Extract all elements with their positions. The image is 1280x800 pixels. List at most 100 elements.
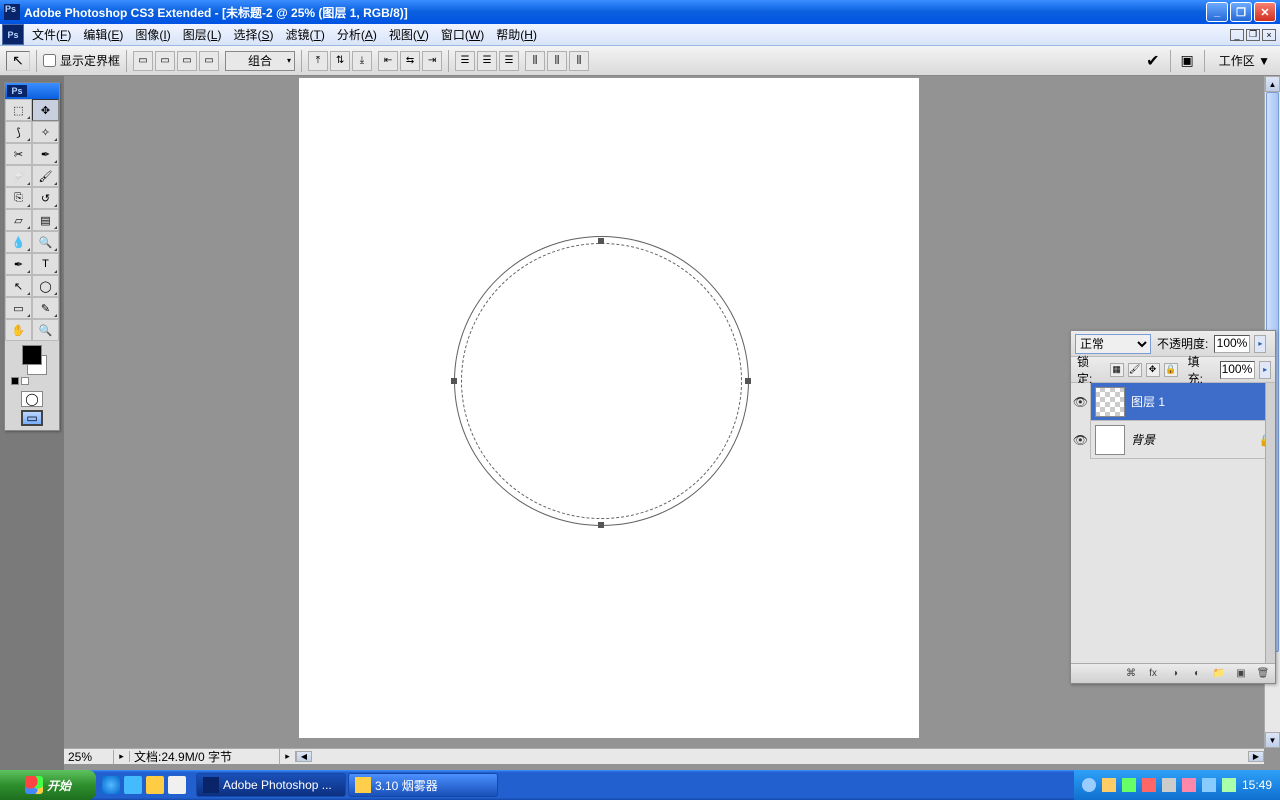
tray-icon[interactable] [1182, 778, 1196, 792]
eraser-tool[interactable]: ▱ [5, 209, 32, 231]
menu-analysis[interactable]: 分析(A) [331, 24, 383, 45]
toolbox-header[interactable]: Ps [5, 83, 59, 99]
go-bridge-icon[interactable]: ▣ [1181, 52, 1194, 69]
layer-align-icon[interactable]: ▭ [133, 51, 153, 71]
ie-icon[interactable] [102, 776, 120, 794]
quick-launch-icon[interactable] [146, 776, 164, 794]
show-bounds-checkbox[interactable]: 显示定界框 [43, 52, 120, 69]
dodge-tool[interactable]: 🔍 [32, 231, 59, 253]
swap-colors-icon[interactable] [21, 377, 29, 385]
menu-view[interactable]: 视图(V) [383, 24, 435, 45]
menu-edit[interactable]: 编辑(E) [77, 24, 129, 45]
screenmode-standard[interactable]: ▭ [21, 410, 43, 426]
menu-select[interactable]: 选择(S) [227, 24, 279, 45]
opacity-popup-icon[interactable]: ▸ [1254, 335, 1266, 353]
fill-popup-icon[interactable]: ▸ [1259, 361, 1271, 379]
transform-handle[interactable] [598, 238, 604, 244]
align-right-icon[interactable]: ⇥ [422, 51, 442, 71]
layer-align-icon[interactable]: ▭ [155, 51, 175, 71]
tray-icon[interactable] [1102, 778, 1116, 792]
layer-style-icon[interactable]: fx [1145, 667, 1161, 681]
default-colors-icon[interactable] [11, 377, 19, 385]
shape-tool[interactable]: ◯ [32, 275, 59, 297]
lock-image-icon[interactable]: 🖌 [1128, 363, 1142, 377]
lock-all-icon[interactable]: 🔒 [1164, 363, 1178, 377]
marquee-tool[interactable]: ⬚ [5, 99, 32, 121]
layer-align-icon[interactable]: ▭ [177, 51, 197, 71]
layer-name[interactable]: 图层 1 [1129, 393, 1275, 410]
scroll-down-button[interactable]: ▼ [1265, 732, 1280, 748]
tray-icon[interactable] [1222, 778, 1236, 792]
show-bounds-input[interactable] [43, 54, 56, 67]
pen-tool[interactable]: ✒ [5, 253, 32, 275]
clock[interactable]: 15:49 [1242, 778, 1272, 792]
close-button[interactable]: ✕ [1254, 2, 1276, 22]
menu-image[interactable]: 图像(I) [129, 24, 176, 45]
new-group-icon[interactable]: 📁 [1211, 667, 1227, 681]
menu-file[interactable]: 文件(F) [26, 24, 77, 45]
menu-filter[interactable]: 滤镜(T) [279, 24, 330, 45]
brush-tool[interactable]: 🖌 [32, 165, 59, 187]
fill-value[interactable]: 100% [1220, 361, 1255, 379]
scroll-right-button[interactable]: ▶ [1248, 751, 1264, 762]
align-top-icon[interactable]: ⤒ [308, 51, 328, 71]
delete-layer-icon[interactable]: 🗑 [1255, 667, 1271, 681]
layer-name[interactable]: 背景 [1129, 431, 1257, 448]
mdi-restore-button[interactable]: ❐ [1246, 29, 1260, 41]
group-dropdown[interactable]: 组合 [225, 51, 295, 71]
show-desktop-icon[interactable] [124, 776, 142, 794]
maximize-button[interactable]: ❐ [1230, 2, 1252, 22]
gradient-tool[interactable]: ▤ [32, 209, 59, 231]
task-folder[interactable]: 3.10 烟雾器 [348, 773, 498, 797]
opacity-value[interactable]: 100% [1214, 335, 1250, 353]
document-info[interactable]: 文档:24.9M/0 字节 [130, 748, 280, 765]
tray-icon[interactable] [1122, 778, 1136, 792]
tray-icon[interactable] [1202, 778, 1216, 792]
healing-brush-tool[interactable]: 🩹 [5, 165, 32, 187]
hand-tool[interactable]: ✋ [5, 319, 32, 341]
lasso-tool[interactable]: ⟆ [5, 121, 32, 143]
blur-tool[interactable]: 💧 [5, 231, 32, 253]
blend-mode-select[interactable]: 正常 [1075, 334, 1151, 354]
new-layer-icon[interactable]: ▣ [1233, 667, 1249, 681]
path-select-tool[interactable]: ↖ [5, 275, 32, 297]
adjustment-layer-icon[interactable]: ◐ [1189, 667, 1205, 681]
menu-help[interactable]: 帮助(H) [490, 24, 543, 45]
foreground-color[interactable] [22, 345, 42, 365]
eyedropper-tool[interactable]: ✎ [32, 297, 59, 319]
transform-handle[interactable] [745, 378, 751, 384]
distribute-icon[interactable]: ☰ [477, 51, 497, 71]
docinfo-popup-icon[interactable]: ▸ [280, 751, 296, 762]
marquee-selection[interactable] [461, 243, 742, 519]
quickmask-mode[interactable]: ◯ [21, 391, 43, 407]
menu-layer[interactable]: 图层(L) [177, 24, 228, 45]
magic-wand-tool[interactable]: ✧ [32, 121, 59, 143]
align-left-icon[interactable]: ⇤ [378, 51, 398, 71]
hscroll-track[interactable] [312, 750, 1248, 764]
task-photoshop[interactable]: Adobe Photoshop ... [196, 773, 346, 797]
tray-icon[interactable] [1082, 778, 1096, 792]
panel-scrollbar[interactable] [1265, 383, 1275, 663]
photoshop-icon[interactable]: Ps [2, 24, 24, 45]
tray-icon[interactable] [1162, 778, 1176, 792]
zoom-popup-icon[interactable]: ▸ [114, 751, 130, 762]
align-vcenter-icon[interactable]: ⇅ [330, 51, 350, 71]
workspace-dropdown[interactable]: 工作区 ▼ [1215, 50, 1274, 71]
clone-stamp-tool[interactable]: ⎘ [5, 187, 32, 209]
start-button[interactable]: 开始 [0, 770, 96, 800]
type-tool[interactable]: T [32, 253, 59, 275]
layer-align-icon[interactable]: ▭ [199, 51, 219, 71]
align-hcenter-icon[interactable]: ⇆ [400, 51, 420, 71]
slice-tool[interactable]: ✒ [32, 143, 59, 165]
lock-position-icon[interactable]: ✥ [1146, 363, 1160, 377]
crop-tool[interactable]: ✂ [5, 143, 32, 165]
scroll-left-button[interactable]: ◀ [296, 751, 312, 762]
align-bottom-icon[interactable]: ⤓ [352, 51, 372, 71]
lock-transparent-icon[interactable]: ▦ [1110, 363, 1124, 377]
commit-icon[interactable]: ✔ [1146, 51, 1159, 71]
layer-visibility-icon[interactable]: 👁 [1071, 383, 1091, 421]
layer-thumbnail[interactable] [1095, 387, 1125, 417]
quick-launch-icon[interactable] [168, 776, 186, 794]
move-tool[interactable]: ✥ [32, 99, 59, 121]
mdi-close-button[interactable]: × [1262, 29, 1276, 41]
